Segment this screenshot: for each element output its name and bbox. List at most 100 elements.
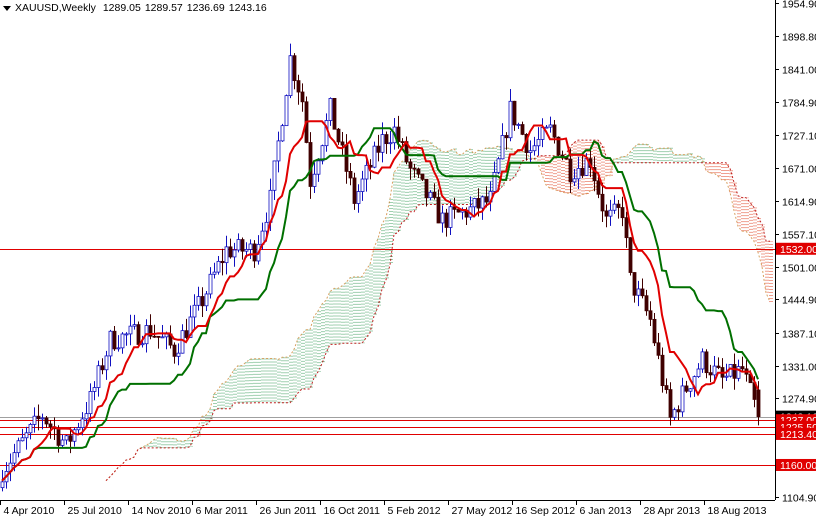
candle-body (396, 126, 401, 142)
candle-body (228, 246, 233, 258)
candle-body (756, 389, 761, 418)
price-labels: 1532.001243.161237.001225.501213.401160.… (776, 242, 816, 472)
candle-body (480, 196, 485, 209)
time-tick-label: 16 Oct 2011 (324, 505, 381, 517)
candle-body (288, 55, 293, 97)
candle-body (660, 354, 665, 386)
tenkan-sen-line (1, 120, 759, 482)
candle-body (208, 273, 213, 295)
candle-body (508, 100, 513, 139)
candle-body (740, 366, 745, 370)
candle-body (672, 409, 677, 418)
candle-body (716, 365, 721, 368)
candle-body (616, 203, 621, 208)
candle-body (444, 212, 449, 228)
candle-body (512, 100, 517, 126)
price-tick-label: 1671.00 (782, 164, 816, 176)
candle-body (384, 134, 389, 145)
candle-body (680, 385, 685, 413)
time-tick-label: 27 May 2012 (452, 505, 513, 517)
candle-body (252, 243, 257, 262)
candle-body (180, 330, 185, 354)
candle-body (280, 125, 285, 142)
candle-body (232, 249, 237, 258)
candle-body (628, 237, 633, 273)
chart-header: XAUUSD,Weekly 1289.05 1289.57 1236.69 1243.… (3, 2, 271, 14)
candles (0, 43, 761, 492)
candle-body (668, 389, 673, 418)
high-value: 1289.57 (144, 2, 183, 14)
candle-body (28, 424, 33, 434)
candle-body (284, 95, 289, 127)
candle-body (664, 385, 669, 390)
candle-body (608, 209, 613, 217)
candle-body (176, 352, 181, 357)
price-tick-label: 1614.90 (782, 197, 816, 209)
candle-body (336, 128, 341, 143)
candle-body (388, 142, 393, 145)
price-tick-label: 1331.00 (782, 362, 816, 374)
candle-body (192, 304, 197, 318)
time-tick-label: 14 Nov 2010 (132, 505, 192, 517)
candle-body (496, 158, 501, 173)
candle-body (532, 145, 537, 152)
candle-body (360, 178, 365, 192)
candle-body (244, 249, 249, 252)
time-tick-label: 16 Sep 2012 (516, 505, 576, 517)
candle-body (32, 415, 37, 425)
candle-body (152, 335, 157, 338)
price-chart[interactable]: 1954.90 1898.80 1841.00 1784.90 1727.10 1671.… (0, 0, 816, 519)
candle-body (364, 164, 369, 180)
candle-body (108, 330, 113, 357)
candle-body (376, 145, 381, 153)
candle-body (472, 198, 477, 208)
time-tick-label: 26 Jun 2011 (260, 505, 317, 517)
time-tick-label: 25 Jul 2010 (68, 505, 122, 517)
symbol-label: XAUUSD,Weekly (15, 2, 96, 14)
price-level-label: 1160.00 (780, 460, 816, 472)
time-axis: 4 Apr 2010 25 Jul 2010 14 Nov 2010 6 Mar 20… (0, 500, 767, 517)
candle-body (548, 124, 553, 128)
candle-body (704, 351, 709, 374)
candle-body (308, 142, 313, 187)
candle-body (124, 333, 129, 336)
candle-body (476, 198, 481, 209)
candle-body (248, 243, 253, 250)
candle-body (736, 366, 741, 379)
candle-body (236, 239, 241, 251)
dropdown-triangle-icon[interactable] (3, 5, 11, 11)
candle-body (348, 171, 353, 179)
candle-body (656, 342, 661, 356)
candle-body (436, 197, 441, 224)
candle-body (632, 272, 637, 296)
candle-body (732, 364, 737, 379)
candle-body (684, 385, 689, 392)
price-tick-label: 1727.10 (782, 131, 816, 143)
candle-body (132, 324, 137, 327)
candle-body (44, 417, 49, 425)
candle-body (184, 330, 189, 338)
candle-body (520, 124, 525, 135)
candle-body (160, 336, 165, 339)
candle-body (340, 141, 345, 146)
candle-body (80, 418, 85, 428)
candle-body (676, 409, 681, 413)
candle-body (36, 415, 41, 420)
candle-body (688, 388, 693, 392)
time-tick-label: 6 Mar 2011 (196, 505, 248, 517)
candle-body (96, 365, 101, 388)
candle-body (40, 417, 45, 420)
candle-body (648, 310, 653, 320)
time-tick-label: 28 Apr 2013 (644, 505, 701, 517)
candle-body (568, 158, 573, 183)
candle-body (88, 391, 93, 415)
candle-body (112, 330, 117, 350)
candle-body (156, 335, 161, 338)
candle-body (140, 343, 145, 346)
candle-body (640, 288, 645, 297)
candle-body (604, 210, 609, 217)
candle-body (48, 423, 53, 428)
candle-body (332, 97, 337, 130)
candle-body (12, 452, 17, 464)
candle-body (212, 271, 217, 275)
